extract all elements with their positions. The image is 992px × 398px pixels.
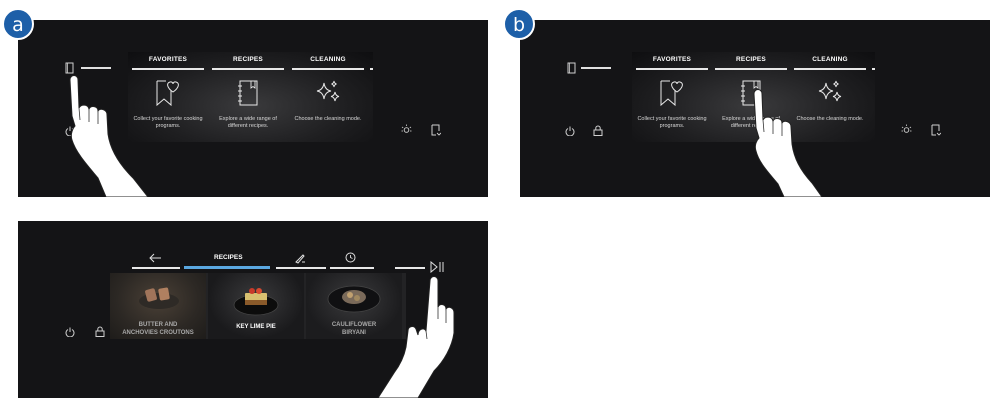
tab-recipes[interactable]: RECIPES (713, 56, 789, 63)
tab-underline (132, 267, 180, 269)
recipe-book-icon[interactable] (210, 78, 286, 108)
menu-tabs: FAVORITES RECIPES CLEANING (632, 52, 875, 70)
lock-icon[interactable] (95, 326, 105, 337)
active-tab-indicator (184, 266, 270, 269)
tab-cleaning[interactable]: CLEANING (792, 56, 868, 63)
power-icon[interactable] (65, 327, 75, 337)
hand-pointer-icon (69, 75, 149, 197)
lock-icon[interactable] (593, 125, 603, 136)
step-badge-b: b (503, 8, 535, 40)
recipe-item-croutons[interactable]: BUTTER AND ANCHOVIES CROUTONS (110, 273, 206, 339)
tab-underline (276, 267, 326, 269)
tab-underline (715, 68, 787, 70)
oven-panel-b: FAVORITES RECIPES CLEANING Collect your … (520, 20, 990, 197)
recipe-label: KEY LIME PIE (208, 324, 304, 332)
card-text-recipes: Explore a wide range of different recipe… (219, 116, 277, 129)
book-icon[interactable] (567, 62, 576, 74)
food-image (233, 288, 279, 316)
recipe-label-line2: ANCHOVIES CROUTONS (122, 329, 194, 336)
tab-cleaning[interactable]: CLEANING (290, 56, 366, 63)
recipe-label-line1: KEY LIME PIE (236, 323, 276, 330)
door-icon[interactable] (431, 124, 441, 136)
recipe-label: BUTTER AND ANCHOVIES CROUTONS (110, 322, 206, 337)
play-pause-icon[interactable] (430, 261, 444, 273)
light-icon[interactable] (401, 124, 412, 135)
clock-icon[interactable] (345, 252, 356, 263)
menu-slider-line[interactable] (395, 267, 425, 269)
food-image (139, 287, 179, 309)
tab-recipes[interactable]: RECIPES (214, 254, 243, 261)
sparkle-icon[interactable] (290, 78, 366, 108)
recipe-label-line1: BUTTER AND (138, 322, 178, 328)
chef-hat-icon[interactable] (294, 252, 306, 264)
tab-underline (872, 68, 875, 70)
tab-underline (212, 68, 284, 70)
card-text-cleaning: Choose the cleaning mode. (294, 116, 362, 122)
recipe-item-key-lime-pie[interactable]: KEY LIME PIE (208, 273, 304, 339)
tab-recipes[interactable]: RECIPES (210, 56, 286, 63)
bookmark-heart-icon[interactable] (634, 78, 710, 108)
oven-panel-c: RECIPES BUTTER AND ANCHOVIES CROUTONS KEY… (18, 221, 488, 398)
power-icon[interactable] (565, 126, 575, 136)
tab-underline (794, 68, 866, 70)
door-icon[interactable] (931, 124, 941, 136)
hand-pointer-icon (753, 89, 823, 197)
oven-panel-a: FAVORITES RECIPES CLEANING Collect your … (18, 20, 488, 197)
hand-pointer-icon (377, 276, 455, 398)
menu-slider-line[interactable] (581, 67, 611, 69)
tab-underline (330, 267, 374, 269)
light-icon[interactable] (901, 124, 912, 135)
tab-favorites[interactable]: FAVORITES (634, 56, 710, 63)
tab-underline (292, 68, 364, 70)
tab-underline (370, 68, 373, 70)
recipe-label-line2: BIRYANI (342, 329, 366, 336)
back-arrow-icon[interactable] (148, 253, 162, 263)
card-text-favorites: Collect your favorite cooking programs. (637, 116, 707, 129)
tab-favorites[interactable]: FAVORITES (130, 56, 206, 63)
tab-underline (636, 68, 708, 70)
step-badge-a: a (2, 8, 34, 40)
